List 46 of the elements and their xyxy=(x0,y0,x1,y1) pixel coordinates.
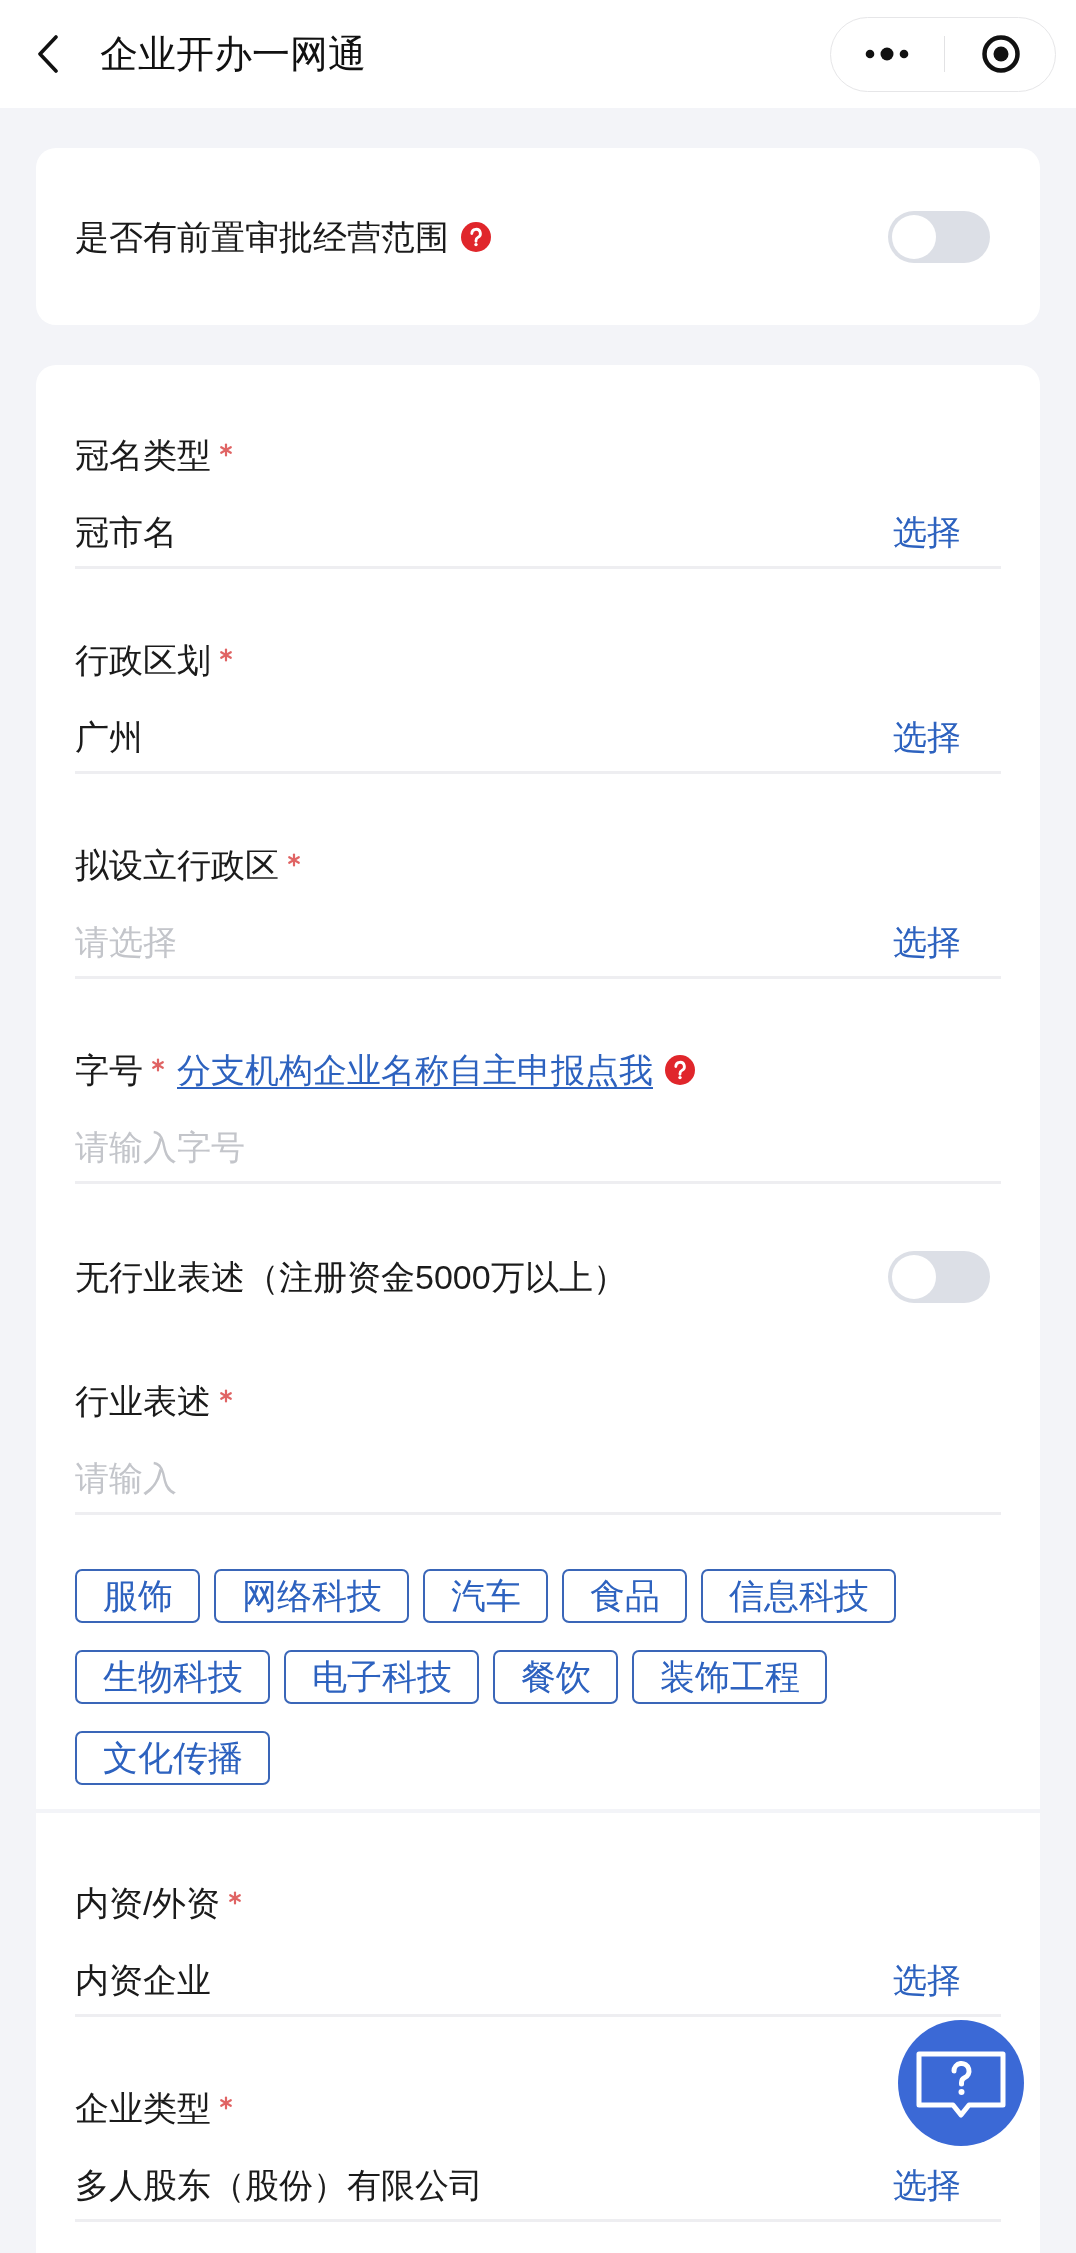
industry-tag[interactable]: 餐饮 xyxy=(493,1650,618,1704)
field-value: 多人股东（股份）有限公司 xyxy=(75,2165,483,2206)
select-field[interactable]: 冠市名 选择 xyxy=(75,508,1001,569)
field-label: 行政区划 xyxy=(75,640,211,681)
toggle-label: 无行业表述（注册资金5000万以上） xyxy=(75,1257,627,1298)
ring-dot-icon[interactable] xyxy=(981,34,1021,74)
help-icon[interactable] xyxy=(461,221,491,252)
select-button[interactable]: 选择 xyxy=(893,918,961,966)
industry-tag[interactable]: 装饰工程 xyxy=(632,1650,827,1704)
select-field[interactable]: 多人股东（股份）有限公司 选择 xyxy=(75,2161,1001,2222)
industry-tag[interactable]: 信息科技 xyxy=(701,1569,896,1623)
field-label: 企业类型 xyxy=(75,2088,211,2129)
select-field[interactable]: 内资企业 选择 xyxy=(75,1956,1001,2017)
select-button[interactable]: 选择 xyxy=(893,713,961,761)
more-icon[interactable] xyxy=(865,47,909,61)
field-label: 拟设立行政区 xyxy=(75,845,279,886)
industry-tag[interactable]: 电子科技 xyxy=(284,1650,479,1704)
field-label: 内资/外资 xyxy=(75,1883,221,1924)
toggle-label: 是否有前置审批经营范围 xyxy=(75,216,449,258)
industry-tag[interactable]: 网络科技 xyxy=(214,1569,409,1623)
select-button[interactable]: 选择 xyxy=(893,1956,961,2004)
industry-tag[interactable]: 食品 xyxy=(562,1569,687,1623)
select-field[interactable]: 请选择 选择 xyxy=(75,918,1001,979)
field-placeholder: 请选择 xyxy=(75,922,177,963)
help-bubble-icon[interactable] xyxy=(898,2020,1024,2146)
input-field[interactable]: 请输入 xyxy=(75,1454,1001,1515)
field-value: 内资企业 xyxy=(75,1960,211,2001)
field-label: 冠名类型 xyxy=(75,435,211,476)
field-value: 广州 xyxy=(75,717,143,758)
back-icon[interactable] xyxy=(36,35,60,73)
input-field[interactable]: 请输入字号 xyxy=(75,1123,1001,1184)
select-field[interactable]: 广州 选择 xyxy=(75,713,1001,774)
help-icon[interactable] xyxy=(665,1055,695,1085)
field-value: 冠市名 xyxy=(75,512,177,553)
toggle-switch[interactable] xyxy=(888,1251,990,1303)
industry-tag[interactable]: 汽车 xyxy=(423,1569,548,1623)
field-label: 行业表述 xyxy=(75,1381,211,1422)
help-link[interactable]: 分支机构企业名称自主申报点我 xyxy=(177,1046,653,1094)
select-button[interactable]: 选择 xyxy=(893,508,961,556)
industry-tag[interactable]: 服饰 xyxy=(75,1569,200,1623)
select-button[interactable]: 选择 xyxy=(893,2161,961,2209)
industry-tag[interactable]: 生物科技 xyxy=(75,1650,270,1704)
industry-tag[interactable]: 文化传播 xyxy=(75,1731,270,1785)
toggle-switch[interactable] xyxy=(888,210,990,263)
page-title: 企业开办一网通 xyxy=(100,32,366,77)
field-label: 字号 xyxy=(75,1050,143,1091)
